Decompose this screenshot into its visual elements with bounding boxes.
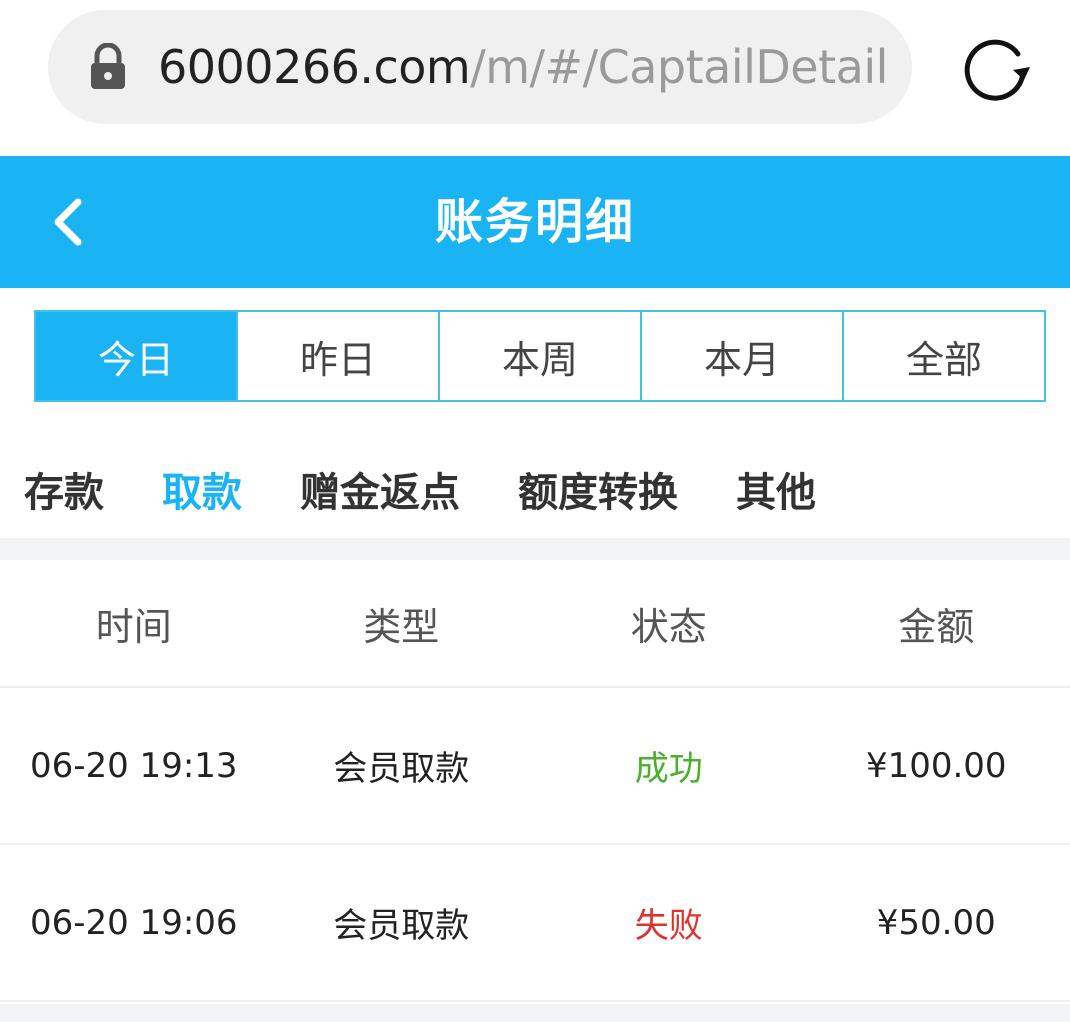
date-filter-tabs: 今日 昨日 本周 本月 全部 (34, 310, 1046, 402)
table-row[interactable]: 06-20 19:06 会员取款 失败 ¥50.00 (0, 845, 1070, 1002)
reload-icon[interactable] (958, 30, 1034, 106)
tab-bonus-rebate[interactable]: 赠金返点 (300, 460, 460, 518)
status-badge: 成功 (634, 749, 703, 789)
column-header-status: 状态 (630, 604, 707, 649)
column-header-amount: 金额 (898, 604, 975, 649)
tab-this-month[interactable]: 本月 (640, 312, 842, 400)
tab-this-week[interactable]: 本周 (438, 312, 640, 400)
url-field[interactable]: 6000266.com/m/#/CaptailDetail (48, 10, 912, 124)
url-text: 6000266.com/m/#/CaptailDetail (158, 40, 888, 94)
url-path: /m/#/CaptailDetail (470, 40, 888, 94)
tab-today[interactable]: 今日 (36, 312, 236, 400)
cell-amount: ¥50.00 (876, 902, 996, 943)
table-row[interactable]: 06-20 19:13 会员取款 成功 ¥100.00 (0, 688, 1070, 845)
lock-icon (88, 43, 128, 91)
tab-withdraw[interactable]: 取款 (162, 460, 242, 518)
records-table: 时间 类型 状态 金额 06-20 19:13 会员取款 成功 ¥100.00 … (0, 560, 1070, 1002)
cell-type: 会员取款 (333, 749, 470, 789)
browser-address-bar: 6000266.com/m/#/CaptailDetail (0, 0, 1070, 156)
tab-credit-transfer[interactable]: 额度转换 (518, 460, 678, 518)
column-header-time: 时间 (95, 604, 172, 649)
cell-type: 会员取款 (333, 906, 470, 946)
app-header: 账务明细 (0, 156, 1070, 288)
category-tabs: 存款 取款 赠金返点 额度转换 其他 (24, 456, 874, 522)
cell-amount: ¥100.00 (865, 745, 1007, 786)
tab-all[interactable]: 全部 (842, 312, 1044, 400)
tab-yesterday[interactable]: 昨日 (236, 312, 438, 400)
cell-time: 06-20 19:06 (29, 902, 238, 943)
section-divider (0, 538, 1070, 560)
bottom-divider (0, 1004, 1070, 1022)
page-title: 账务明细 (434, 194, 635, 250)
status-badge: 失败 (634, 906, 703, 946)
url-host: 6000266.com (158, 40, 471, 94)
tab-deposit[interactable]: 存款 (24, 460, 104, 518)
column-header-type: 类型 (363, 604, 440, 649)
cell-time: 06-20 19:13 (29, 745, 238, 786)
table-header: 时间 类型 状态 金额 (0, 560, 1070, 688)
tab-other[interactable]: 其他 (736, 460, 816, 518)
